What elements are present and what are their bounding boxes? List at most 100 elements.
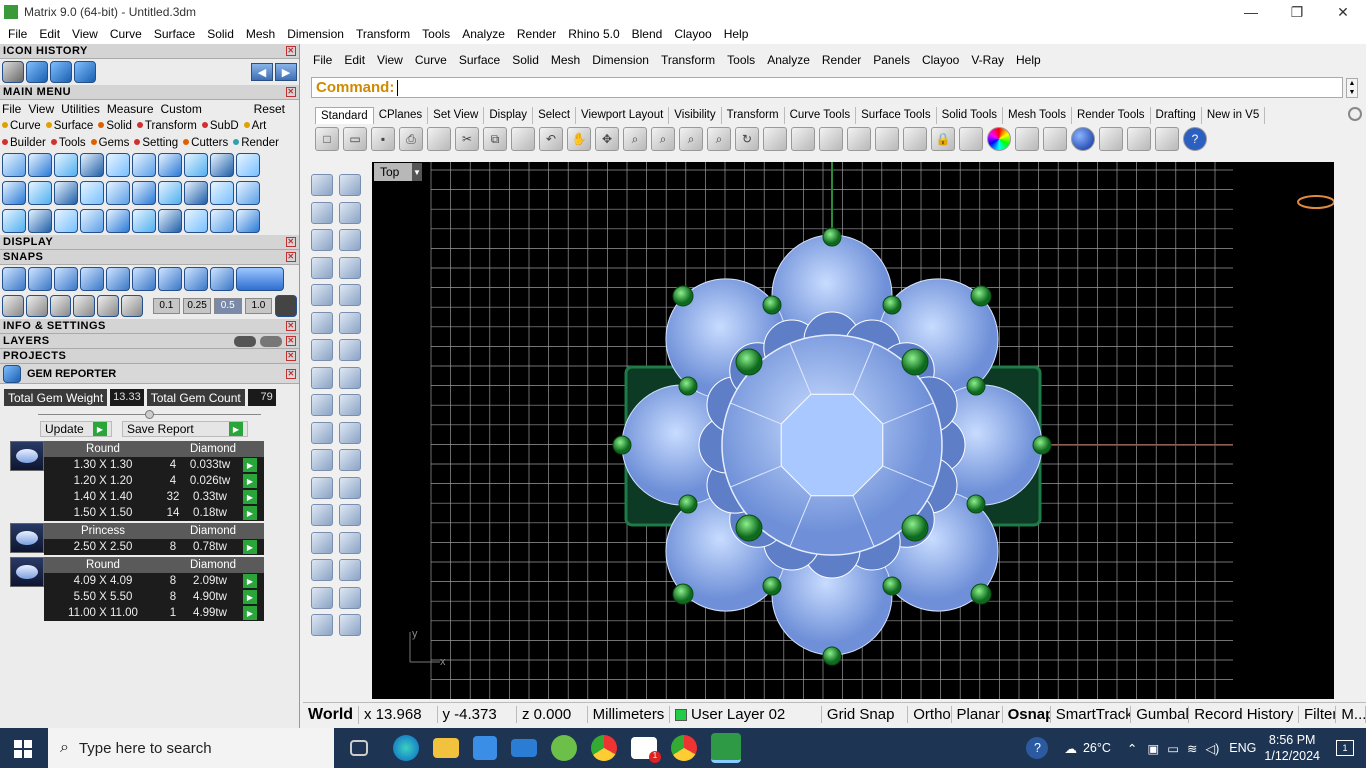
matrix-tool-2-5-icon[interactable] <box>106 181 130 205</box>
pan-icon[interactable]: ✋ <box>567 127 591 151</box>
category-setting[interactable]: Setting <box>134 137 178 149</box>
box-icon[interactable] <box>25 295 48 317</box>
matrix-tool-3-7-icon[interactable] <box>158 209 182 233</box>
history-forward-button[interactable]: ▶ <box>275 63 297 81</box>
mm-view[interactable]: View <box>28 102 54 116</box>
eye-icon[interactable] <box>260 335 282 347</box>
curve-tools-tool-icon[interactable] <box>339 449 361 471</box>
diamond-icon[interactable] <box>97 295 119 317</box>
layer-icon[interactable] <box>959 127 983 151</box>
tab-visibility[interactable]: Visibility <box>669 107 722 124</box>
viewport-layout-icon[interactable] <box>763 127 787 151</box>
rhino-menu-surface[interactable]: Surface <box>453 53 506 67</box>
zoom-app-icon[interactable]: 1 <box>631 737 661 763</box>
category-subd[interactable]: SubD <box>201 120 239 132</box>
category-surface[interactable]: Surface <box>45 120 93 132</box>
sphere-gray-icon[interactable] <box>1015 127 1039 151</box>
update-button[interactable]: Update ▶ <box>40 421 112 437</box>
menu-solid[interactable]: Solid <box>201 27 240 41</box>
matrix-active-icon[interactable] <box>711 733 741 763</box>
matrix-tool-2-10-icon[interactable] <box>236 181 260 205</box>
trim-tool-icon[interactable] <box>339 394 361 416</box>
ellipse-tool-icon[interactable] <box>339 229 361 251</box>
menu-file[interactable]: File <box>2 27 33 41</box>
category-transform[interactable]: Transform <box>136 120 197 132</box>
matrix-tool-3-2-icon[interactable] <box>28 209 52 233</box>
mm-file[interactable]: File <box>2 102 21 116</box>
rhino-menu-help[interactable]: Help <box>1010 53 1047 67</box>
history-tool-1-icon[interactable] <box>2 61 24 83</box>
snap-value-0-25[interactable]: 0.25 <box>183 298 211 314</box>
dimension-icon[interactable] <box>1155 127 1179 151</box>
viewport-tab-top[interactable]: Top ▼ <box>374 163 422 181</box>
array-tool-icon[interactable] <box>311 504 333 526</box>
matrix-tool-3-4-icon[interactable] <box>80 209 104 233</box>
help-icon[interactable]: ? <box>1026 737 1049 759</box>
category-solid[interactable]: Solid <box>98 120 132 132</box>
toggle-gumball[interactable]: Gumball <box>1131 706 1190 723</box>
close-icon[interactable]: ✕ <box>286 252 296 262</box>
solid-box-tool-icon[interactable] <box>311 531 333 554</box>
matrix-tool-3-1-icon[interactable] <box>2 209 26 233</box>
snap-mode-3-icon[interactable] <box>54 267 78 291</box>
category-cutters[interactable]: Cutters <box>183 137 228 149</box>
select-gems-button[interactable]: ▶ <box>243 590 257 604</box>
menu-curve[interactable]: Curve <box>104 27 148 41</box>
polygon-tool-icon[interactable] <box>311 256 333 279</box>
menu-render[interactable]: Render <box>511 27 562 41</box>
tab-transform[interactable]: Transform <box>722 107 785 124</box>
fillet-tool-icon[interactable] <box>339 284 361 306</box>
select-gems-button[interactable]: ▶ <box>243 574 257 588</box>
sphere-tool-icon[interactable] <box>339 311 361 334</box>
tab-standard[interactable]: Standard <box>315 107 374 124</box>
menu-view[interactable]: View <box>66 27 104 41</box>
snaps-header[interactable]: SNAPS ✕ <box>0 250 299 265</box>
snap-toggle-icon[interactable] <box>236 267 284 291</box>
tab-mesh-tools[interactable]: Mesh Tools <box>1003 107 1072 124</box>
store-icon[interactable] <box>473 736 497 760</box>
toggle-filter[interactable]: Filter <box>1299 706 1337 723</box>
paint-icon[interactable] <box>1099 127 1123 151</box>
matrix-tool-2-6-icon[interactable] <box>132 181 156 205</box>
matrix-tool-1-4-icon[interactable] <box>80 153 104 177</box>
notifications-icon[interactable]: 1 <box>1336 740 1354 756</box>
select-tool-icon[interactable] <box>311 174 333 196</box>
icon-history-header[interactable]: ICON HISTORY ✕ <box>0 44 299 59</box>
polyline-tool-icon[interactable] <box>311 201 333 224</box>
close-icon[interactable]: ✕ <box>286 87 296 97</box>
save-report-button[interactable]: Save Report ▶ <box>122 421 248 437</box>
rhino-menu-view[interactable]: View <box>371 53 409 67</box>
menu-clayoo[interactable]: Clayoo <box>668 27 717 41</box>
gear-icon[interactable] <box>1348 107 1362 121</box>
history-tool-3-icon[interactable] <box>50 61 72 83</box>
matrix-tool-3-9-icon[interactable] <box>210 209 234 233</box>
lock-icon[interactable]: 🔒 <box>931 127 955 151</box>
layer-toggle-icon[interactable] <box>234 335 256 347</box>
tab-viewport-layout[interactable]: Viewport Layout <box>576 107 670 124</box>
matrix-tool-3-3-icon[interactable] <box>54 209 78 233</box>
menu-dimension[interactable]: Dimension <box>281 27 350 41</box>
matrix-tool-2-3-icon[interactable] <box>54 181 78 205</box>
close-button[interactable]: ✕ <box>1320 0 1366 24</box>
point-tool-icon[interactable] <box>339 174 361 196</box>
snap-mode-6-icon[interactable] <box>132 267 156 291</box>
snap-mode-7-icon[interactable] <box>158 267 182 291</box>
tab-solid-tools[interactable]: Solid Tools <box>937 107 1003 124</box>
pen-icon[interactable] <box>120 295 143 317</box>
volume-icon[interactable]: ◁) <box>1206 741 1220 756</box>
splitter[interactable] <box>0 409 299 419</box>
toggle-grid-snap[interactable]: Grid Snap <box>822 706 909 723</box>
category-gems[interactable]: Gems <box>90 137 129 149</box>
task-view-icon[interactable] <box>350 740 368 756</box>
toggle-smarttrack[interactable]: SmartTrack <box>1051 706 1132 723</box>
grid-array-tool-icon[interactable] <box>311 559 333 581</box>
rhino-menu-clayoo[interactable]: Clayoo <box>916 53 965 67</box>
snap-mode-9-icon[interactable] <box>210 267 234 291</box>
select-gems-button[interactable]: ▶ <box>243 474 257 488</box>
history-back-button[interactable]: ◀ <box>251 63 273 81</box>
toggle-m[interactable]: M... <box>1336 706 1366 723</box>
snap-value-0-1[interactable]: 0.1 <box>152 298 181 314</box>
temperature[interactable]: 26°C <box>1083 741 1111 755</box>
checkmark-tool-icon[interactable] <box>339 586 361 609</box>
minimize-button[interactable]: — <box>1228 0 1274 24</box>
